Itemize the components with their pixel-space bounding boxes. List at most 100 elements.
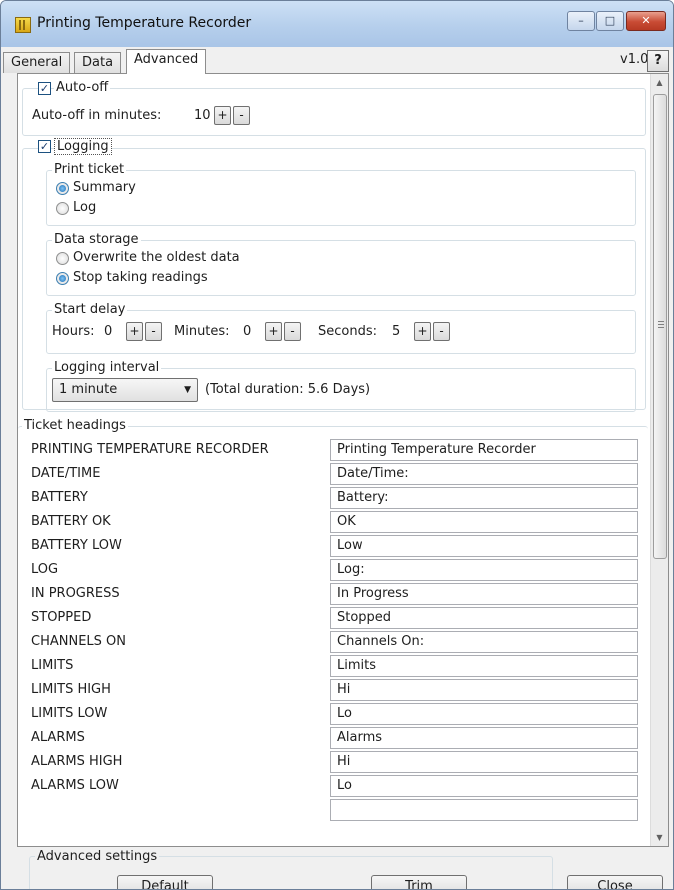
stop-readings-label: Stop taking readings	[73, 270, 208, 285]
heading-value-field[interactable]	[330, 799, 638, 821]
scroll-area[interactable]: ✓ Auto-off Auto-off in minutes: 10 + - ✓…	[18, 74, 648, 846]
heading-value-field[interactable]: Lo	[330, 703, 638, 725]
trim-button[interactable]: Trim	[371, 875, 467, 889]
table-row	[18, 799, 648, 821]
scroll-up-icon[interactable]: ▲	[651, 74, 668, 91]
heading-value-field[interactable]: Log:	[330, 559, 638, 581]
table-row: DATE/TIME Date/Time:	[18, 463, 648, 485]
heading-key: LIMITS HIGH	[31, 682, 111, 697]
table-row: ALARMS LOW Lo	[18, 775, 648, 797]
minutes-label: Minutes:	[174, 324, 230, 339]
heading-value-field[interactable]: Alarms	[330, 727, 638, 749]
summary-label: Summary	[73, 180, 136, 195]
table-row: STOPPED Stopped	[18, 607, 648, 629]
table-row: BATTERY Battery:	[18, 487, 648, 509]
app-window: Printing Temperature Recorder – □ ✕ Gene…	[0, 0, 674, 890]
table-row: BATTERY LOW Low	[18, 535, 648, 557]
heading-value-field[interactable]: In Progress	[330, 583, 638, 605]
hours-label: Hours:	[52, 324, 95, 339]
minutes-minus-button[interactable]: -	[284, 322, 301, 341]
heading-key: LOG	[31, 562, 59, 577]
stop-readings-radio[interactable]	[56, 272, 69, 285]
heading-value-field[interactable]: Channels On:	[330, 631, 638, 653]
log-label: Log	[73, 200, 97, 215]
heading-key: LIMITS LOW	[31, 706, 108, 721]
seconds-plus-button[interactable]: +	[414, 322, 431, 341]
heading-value-field[interactable]: OK	[330, 511, 638, 533]
scroll-down-icon[interactable]: ▼	[651, 829, 668, 846]
hours-minus-button[interactable]: -	[145, 322, 162, 341]
help-button[interactable]: ?	[647, 50, 669, 72]
auto-off-minus-button[interactable]: -	[233, 106, 250, 125]
table-row: BATTERY OK OK	[18, 511, 648, 533]
auto-off-plus-button[interactable]: +	[214, 106, 231, 125]
heading-key: ALARMS HIGH	[31, 754, 123, 769]
logging-label: Logging	[54, 138, 112, 155]
heading-value-field[interactable]: Date/Time:	[330, 463, 638, 485]
minutes-value: 0	[243, 324, 252, 339]
auto-off-minutes-label: Auto-off in minutes:	[32, 108, 162, 123]
scroll-thumb[interactable]	[653, 94, 667, 559]
heading-value-field[interactable]: Hi	[330, 751, 638, 773]
table-row: IN PROGRESS In Progress	[18, 583, 648, 605]
minimize-button[interactable]: –	[567, 11, 595, 31]
heading-value-field[interactable]: Printing Temperature Recorder	[330, 439, 638, 461]
heading-key: IN PROGRESS	[31, 586, 120, 601]
heading-key: PRINTING TEMPERATURE RECORDER	[31, 442, 269, 457]
heading-value-field[interactable]: Low	[330, 535, 638, 557]
tab-general[interactable]: General	[3, 52, 71, 73]
auto-off-minutes-value: 10	[194, 108, 211, 123]
hours-plus-button[interactable]: +	[126, 322, 143, 341]
table-row: LOG Log:	[18, 559, 648, 581]
heading-key: BATTERY LOW	[31, 538, 122, 553]
heading-value-field[interactable]: Lo	[330, 775, 638, 797]
app-icon	[15, 17, 31, 33]
maximize-button[interactable]: □	[596, 11, 624, 31]
seconds-minus-button[interactable]: -	[433, 322, 450, 341]
logging-interval-legend: Logging interval	[52, 360, 162, 375]
minutes-plus-button[interactable]: +	[265, 322, 282, 341]
log-radio[interactable]	[56, 202, 69, 215]
advanced-settings-legend: Advanced settings	[35, 849, 160, 864]
tab-advanced[interactable]: Advanced	[126, 49, 207, 74]
table-row: LIMITS LOW Lo	[18, 703, 648, 725]
auto-off-checkbox[interactable]: ✓	[38, 82, 51, 95]
print-ticket-legend: Print ticket	[52, 162, 127, 177]
print-ticket-group	[46, 170, 636, 226]
table-row: CHANNELS ON Channels On:	[18, 631, 648, 653]
heading-value-field[interactable]: Limits	[330, 655, 638, 677]
overwrite-label: Overwrite the oldest data	[73, 250, 240, 265]
table-row: ALARMS HIGH Hi	[18, 751, 648, 773]
table-row: ALARMS Alarms	[18, 727, 648, 749]
title-bar[interactable]: Printing Temperature Recorder – □ ✕	[1, 1, 673, 47]
data-storage-group	[46, 240, 636, 296]
table-row: LIMITS HIGH Hi	[18, 679, 648, 701]
chevron-down-icon: ▼	[184, 385, 191, 395]
tab-data[interactable]: Data	[74, 52, 122, 73]
logging-checkbox[interactable]: ✓	[38, 140, 51, 153]
close-window-button[interactable]: ✕	[626, 11, 666, 31]
seconds-label: Seconds:	[318, 324, 377, 339]
close-button[interactable]: Close	[567, 875, 663, 889]
table-row: LIMITS Limits	[18, 655, 648, 677]
heading-key: DATE/TIME	[31, 466, 101, 481]
heading-key: ALARMS LOW	[31, 778, 119, 793]
heading-key: ALARMS	[31, 730, 85, 745]
window-title: Printing Temperature Recorder	[37, 15, 252, 31]
heading-value-field[interactable]: Stopped	[330, 607, 638, 629]
hours-value: 0	[104, 324, 113, 339]
logging-interval-select[interactable]: 1 minute ▼	[52, 378, 198, 402]
heading-key: BATTERY	[31, 490, 88, 505]
table-row: PRINTING TEMPERATURE RECORDER Printing T…	[18, 439, 648, 461]
auto-off-label: Auto-off	[54, 80, 111, 95]
heading-value-field[interactable]: Hi	[330, 679, 638, 701]
vertical-scrollbar[interactable]: ▲ ▼	[650, 74, 668, 846]
summary-radio[interactable]	[56, 182, 69, 195]
overwrite-radio[interactable]	[56, 252, 69, 265]
seconds-value: 5	[392, 324, 401, 339]
heading-value-field[interactable]: Battery:	[330, 487, 638, 509]
heading-key: CHANNELS ON	[31, 634, 126, 649]
default-button[interactable]: Default	[117, 875, 213, 889]
advanced-panel: ✓ Auto-off Auto-off in minutes: 10 + - ✓…	[17, 73, 669, 847]
heading-key: BATTERY OK	[31, 514, 111, 529]
